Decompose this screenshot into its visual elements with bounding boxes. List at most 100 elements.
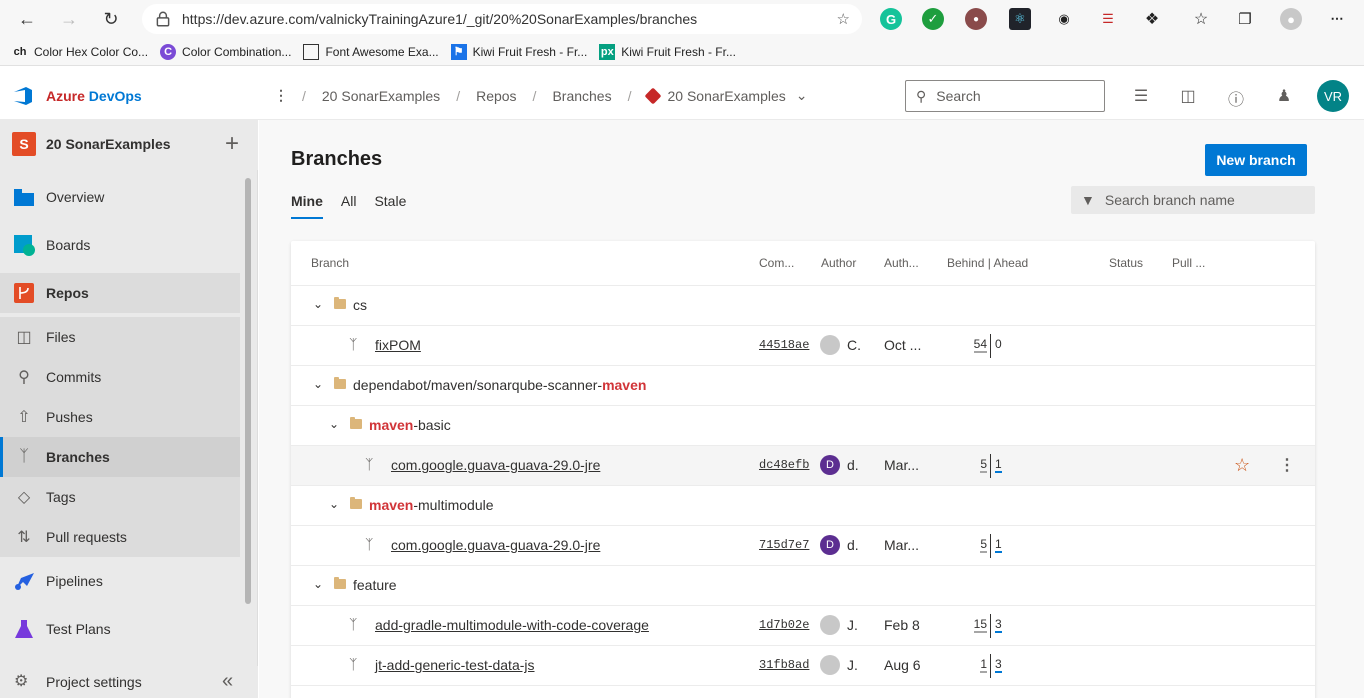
back-icon[interactable]: ← <box>12 4 42 34</box>
breadcrumb-repos[interactable]: Repos <box>476 88 516 104</box>
commit-link[interactable]: 1d7b02e <box>759 618 809 632</box>
sidebar-item-commits[interactable]: ⚲ Commits <box>0 357 240 397</box>
column-header-status[interactable]: Status <box>1109 256 1143 270</box>
chevron-down-icon[interactable]: ⌄ <box>329 417 343 431</box>
tab-stale[interactable]: Stale <box>374 193 406 219</box>
column-header-author[interactable]: Author <box>821 256 856 270</box>
list-icon[interactable]: ☰ <box>1131 86 1151 106</box>
grammarly-icon[interactable]: G <box>880 8 902 30</box>
extensions-puzzle-icon[interactable]: ❖ <box>1141 8 1163 30</box>
chevron-down-icon[interactable]: ⌄ <box>796 87 808 104</box>
column-header-author-date[interactable]: Auth... <box>884 256 919 270</box>
branch-link[interactable]: com.google.guava-guava-29.0-jre <box>391 457 600 473</box>
add-icon[interactable]: + <box>225 130 239 158</box>
sidebar-item-pull-requests[interactable]: ⇅ Pull requests <box>0 517 240 557</box>
commit-link[interactable]: 44518ae <box>759 338 809 352</box>
sidebar-item-pipelines[interactable]: Pipelines <box>0 561 240 601</box>
behind-count[interactable]: 1 <box>957 657 987 673</box>
ahead-count[interactable]: 3 <box>995 617 1002 633</box>
commit-link[interactable]: 31fb8ad <box>759 658 809 672</box>
more-vertical-icon[interactable]: ⋮ <box>274 87 288 104</box>
chevron-down-icon[interactable]: ⌄ <box>313 377 327 391</box>
address-bar[interactable]: https://dev.azure.com/valnickyTrainingAz… <box>142 4 862 34</box>
forward-icon[interactable]: → <box>54 4 84 34</box>
table-row[interactable]: ⌄ cs <box>291 285 1315 325</box>
avatar[interactable]: VR <box>1317 80 1349 112</box>
ahead-count[interactable]: 1 <box>995 537 1002 553</box>
sidebar-item-pushes[interactable]: ⇧ Pushes <box>0 397 240 437</box>
table-row[interactable]: ⌄ feature <box>291 565 1315 605</box>
star-icon[interactable]: ☆ <box>1234 455 1250 476</box>
chevron-down-icon[interactable]: ⌄ <box>329 497 343 511</box>
table-row[interactable] <box>291 685 1315 698</box>
table-row[interactable]: ⌄ maven-multimodule <box>291 485 1315 525</box>
brand[interactable]: Azure DevOps <box>46 88 142 104</box>
sidebar-item-repos[interactable]: Repos <box>0 273 240 313</box>
table-row[interactable]: ⌄ maven-basic <box>291 405 1315 445</box>
column-header-branch[interactable]: Branch <box>311 256 349 270</box>
sidebar-item-overview[interactable]: Overview <box>0 177 240 217</box>
sidebar-item-test-plans[interactable]: Test Plans <box>0 609 240 649</box>
user-settings-icon[interactable]: ♟ <box>1274 86 1294 106</box>
extension-icon[interactable]: ☰ <box>1097 8 1119 30</box>
table-row[interactable]: ᛉ jt-add-generic-test-data-js 31fb8ad J.… <box>291 645 1315 685</box>
breadcrumb-branches[interactable]: Branches <box>552 88 611 104</box>
breadcrumb-project[interactable]: 20 SonarExamples <box>322 88 440 104</box>
search-input[interactable]: ⚲ Search <box>905 80 1105 112</box>
react-devtools-icon[interactable]: ⚛ <box>1009 8 1031 30</box>
new-branch-button[interactable]: New branch <box>1205 144 1307 176</box>
ahead-count[interactable]: 1 <box>995 457 1002 473</box>
extension-icon[interactable]: ● <box>965 8 987 30</box>
tab-all[interactable]: All <box>341 193 357 219</box>
breadcrumb: ⋮ / 20 SonarExamples / Repos / Branches … <box>274 87 808 104</box>
test-plans-icon <box>12 617 36 641</box>
sidebar-item-files[interactable]: ◫ Files <box>0 317 240 357</box>
breadcrumb-repo[interactable]: 20 SonarExamples <box>667 88 785 104</box>
branch-link[interactable]: com.google.guava-guava-29.0-jre <box>391 537 600 553</box>
ahead-count[interactable]: 3 <box>995 657 1002 673</box>
shopping-bag-icon[interactable]: ◫ <box>1178 86 1198 106</box>
tab-mine[interactable]: Mine <box>291 193 323 219</box>
branch-search-input[interactable]: ▼ Search branch name <box>1071 186 1315 214</box>
sidebar-scrollbar[interactable] <box>245 178 251 604</box>
branch-link[interactable]: fixPOM <box>375 337 421 353</box>
sidebar-item-boards[interactable]: Boards <box>0 225 240 265</box>
table-row[interactable]: ᛉ com.google.guava-guava-29.0-jre dc48ef… <box>291 445 1315 485</box>
extension-icon[interactable]: ◉ <box>1053 8 1075 30</box>
behind-count[interactable]: 5 <box>957 537 987 553</box>
collapse-sidebar-icon[interactable]: « <box>222 670 233 693</box>
project-settings[interactable]: ⚙ Project settings « <box>0 666 258 698</box>
collections-icon[interactable]: ❐ <box>1234 8 1256 30</box>
more-vertical-icon[interactable]: ⋮ <box>1279 455 1295 475</box>
chevron-down-icon[interactable]: ⌄ <box>313 297 327 311</box>
branch-link[interactable]: jt-add-generic-test-data-js <box>375 657 535 673</box>
favorites-icon[interactable]: ☆ <box>1190 8 1212 30</box>
add-favorite-icon[interactable]: ☆ <box>837 10 850 28</box>
behind-count[interactable]: 5 <box>957 457 987 473</box>
commit-link[interactable]: 715d7e7 <box>759 538 809 552</box>
check-extension-icon[interactable]: ✓ <box>922 8 944 30</box>
avatar <box>820 655 840 675</box>
refresh-icon[interactable]: ↻ <box>96 4 126 34</box>
sidebar-item-branches[interactable]: ᛉ Branches <box>0 437 240 477</box>
profile-icon[interactable]: ● <box>1280 8 1302 30</box>
ahead-count[interactable]: 0 <box>995 337 1002 351</box>
branch-link[interactable]: add-gradle-multimodule-with-code-coverag… <box>375 617 649 633</box>
more-icon[interactable]: ⋯ <box>1326 8 1348 30</box>
sidebar-item-tags[interactable]: ◇ Tags <box>0 477 240 517</box>
behind-count[interactable]: 15 <box>957 617 987 633</box>
table-row[interactable]: ᛉ add-gradle-multimodule-with-code-cover… <box>291 605 1315 645</box>
table-row[interactable]: ᛉ com.google.guava-guava-29.0-jre 715d7e… <box>291 525 1315 565</box>
column-header-commit[interactable]: Com... <box>759 256 794 270</box>
table-row[interactable]: ⌄ dependabot/maven/sonarqube-scanner-mav… <box>291 365 1315 405</box>
behind-count[interactable]: 54 <box>957 337 987 353</box>
column-header-behind-ahead[interactable]: Behind | Ahead <box>947 256 1028 270</box>
table-row[interactable]: ᛉ fixPOM 44518ae C. Oct ... 54 0 <box>291 325 1315 365</box>
commit-link[interactable]: dc48efb <box>759 458 809 472</box>
avatar <box>820 335 840 355</box>
column-header-pull-requests[interactable]: Pull ... <box>1172 256 1205 270</box>
chevron-down-icon[interactable]: ⌄ <box>313 577 327 591</box>
project-row[interactable]: S 20 SonarExamples + <box>0 120 258 170</box>
azure-devops-logo-icon[interactable] <box>12 85 34 107</box>
help-icon[interactable]: ⓘ <box>1226 86 1246 109</box>
